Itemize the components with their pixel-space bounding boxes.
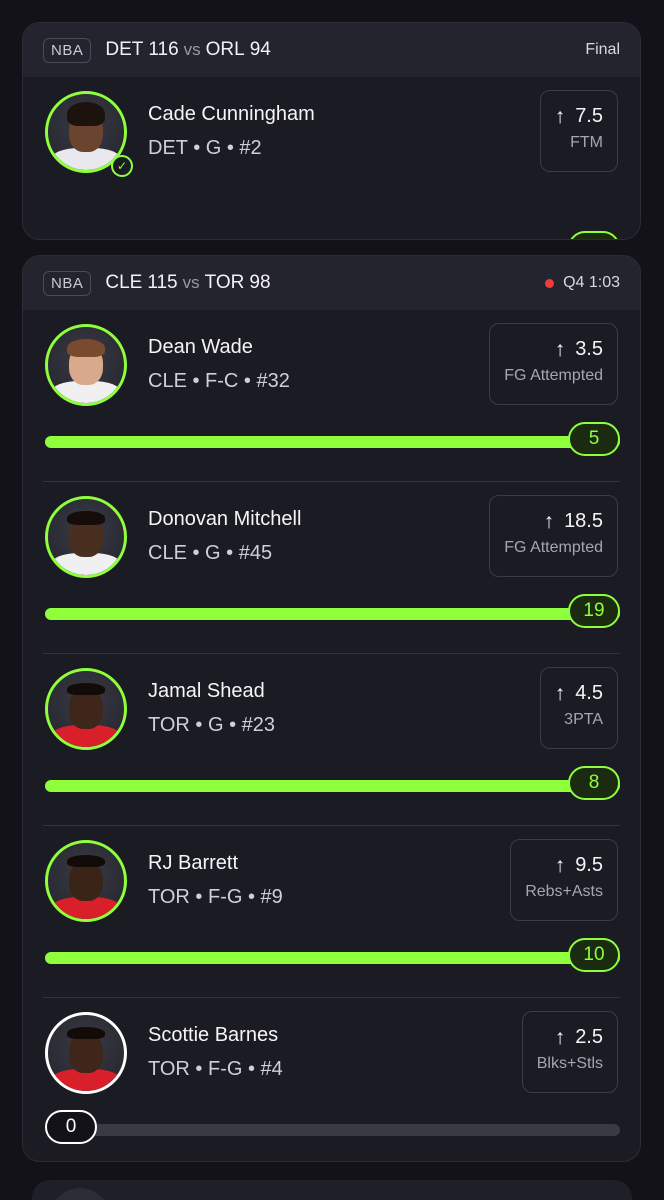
progress-count: 19 bbox=[568, 594, 620, 628]
progress-track bbox=[45, 780, 620, 792]
prop-line-box[interactable]: ↑ 9.5 Rebs+Asts bbox=[510, 839, 618, 921]
prop-line-value: 2.5 bbox=[575, 1026, 603, 1048]
game-status: Q4 1:03 bbox=[545, 274, 620, 292]
player-meta: TOR • F-G • #9 bbox=[148, 886, 283, 908]
matchup-score: CLE 115 vs TOR 98 bbox=[105, 272, 270, 294]
progress-count: 8 bbox=[568, 766, 620, 800]
game-card-det-orl[interactable]: NBA DET 116 vs ORL 94 Final ✓ Cade Cunni… bbox=[22, 22, 641, 240]
arrow-up-icon: ↑ bbox=[543, 510, 555, 533]
progress-track bbox=[45, 1124, 620, 1136]
progress-count: 0 bbox=[45, 1110, 97, 1144]
player-row[interactable]: Donovan Mitchell CLE • G • #45 ↑ 18.5 FG… bbox=[23, 482, 640, 654]
progress-fill bbox=[45, 952, 620, 964]
player-avatar bbox=[45, 496, 127, 578]
player-name: RJ Barrett bbox=[148, 852, 239, 874]
prop-stat-type: FTM bbox=[570, 134, 603, 151]
prop-line-box[interactable]: ↑ 3.5 FG Attempted bbox=[489, 323, 618, 405]
player-meta: CLE • G • #45 bbox=[148, 542, 273, 564]
arrow-up-icon: ↑ bbox=[554, 682, 566, 705]
player-row[interactable]: Dean Wade CLE • F-C • #32 ↑ 3.5 FG Attem… bbox=[23, 310, 640, 482]
player-row[interactable]: Jamal Shead TOR • G • #23 ↑ 4.5 3PTA 8 bbox=[23, 654, 640, 826]
arrow-up-icon: ↑ bbox=[554, 1026, 566, 1049]
progress-track bbox=[45, 436, 620, 448]
game-status-text: Q4 1:03 bbox=[563, 274, 620, 291]
player-avatar bbox=[45, 1012, 127, 1094]
player-row[interactable]: ✓ Cade Cunningham DET • G • #2 ↑ 7.5 FTM… bbox=[23, 77, 640, 239]
game-status: Final bbox=[585, 41, 620, 59]
next-game-avatar bbox=[50, 1188, 110, 1200]
prop-line-value: 3.5 bbox=[575, 338, 603, 360]
player-avatar bbox=[45, 324, 127, 406]
team1-abbr: DET bbox=[105, 39, 144, 60]
matchup-score: DET 116 vs ORL 94 bbox=[105, 39, 271, 61]
game-header: NBA CLE 115 vs TOR 98 Q4 1:03 bbox=[23, 256, 640, 310]
game-header: NBA DET 116 vs ORL 94 Final bbox=[23, 23, 640, 77]
prop-line-value: 9.5 bbox=[575, 854, 603, 876]
player-name: Cade Cunningham bbox=[148, 103, 315, 125]
progress-fill bbox=[45, 608, 620, 620]
player-meta: TOR • F-G • #4 bbox=[148, 1058, 283, 1080]
team2-score: 98 bbox=[249, 272, 271, 293]
prop-stat-type: 3PTA bbox=[564, 711, 603, 728]
team2-score: 94 bbox=[249, 39, 271, 60]
progress-count: 5 bbox=[568, 422, 620, 456]
prop-stat-type: FG Attempted bbox=[504, 367, 603, 384]
prop-line-box[interactable]: ↑ 2.5 Blks+Stls bbox=[521, 1011, 618, 1093]
vs-label: vs bbox=[182, 273, 200, 292]
vs-label: vs bbox=[183, 40, 201, 59]
player-meta: CLE • F-C • #32 bbox=[148, 370, 290, 392]
player-avatar bbox=[45, 840, 127, 922]
player-name: Dean Wade bbox=[148, 336, 253, 358]
game-card-cle-tor[interactable]: NBA CLE 115 vs TOR 98 Q4 1:03 Dean Wade … bbox=[22, 255, 641, 1162]
player-row[interactable]: RJ Barrett TOR • F-G • #9 ↑ 9.5 Rebs+Ast… bbox=[23, 826, 640, 998]
progress-track bbox=[45, 608, 620, 620]
player-avatar bbox=[45, 668, 127, 750]
checkmark-icon: ✓ bbox=[111, 155, 133, 177]
prop-stat-type: Rebs+Asts bbox=[525, 883, 603, 900]
player-meta: DET • G • #2 bbox=[148, 137, 262, 159]
live-dot-icon bbox=[545, 278, 555, 288]
prop-line-box[interactable]: ↑ 4.5 3PTA bbox=[539, 667, 618, 749]
prop-line-value: 18.5 bbox=[564, 510, 603, 532]
arrow-up-icon: ↑ bbox=[554, 854, 566, 877]
prop-line-box[interactable]: ↑ 7.5 FTM bbox=[539, 90, 618, 172]
prop-line-value: 7.5 bbox=[575, 105, 603, 127]
league-badge: NBA bbox=[43, 270, 92, 296]
progress-count: 8 bbox=[568, 231, 620, 239]
prop-line-value: 4.5 bbox=[575, 682, 603, 704]
prop-line-box[interactable]: ↑ 18.5 FG Attempted bbox=[489, 495, 618, 577]
progress-fill bbox=[45, 436, 620, 448]
league-badge: NBA bbox=[43, 37, 92, 63]
team1-score: 115 bbox=[147, 272, 178, 293]
prop-stat-type: Blks+Stls bbox=[536, 1055, 603, 1072]
prop-stat-type: FG Attempted bbox=[504, 539, 603, 556]
game-status-text: Final bbox=[585, 41, 620, 58]
next-game-card[interactable] bbox=[32, 1180, 632, 1200]
progress-track bbox=[45, 952, 620, 964]
team2-abbr: TOR bbox=[204, 272, 245, 293]
arrow-up-icon: ↑ bbox=[554, 105, 566, 128]
player-name: Scottie Barnes bbox=[148, 1024, 279, 1046]
player-name: Donovan Mitchell bbox=[148, 508, 302, 530]
team2-abbr: ORL bbox=[205, 39, 245, 60]
player-meta: TOR • G • #23 bbox=[148, 714, 276, 736]
player-name: Jamal Shead bbox=[148, 680, 265, 702]
arrow-up-icon: ↑ bbox=[554, 338, 566, 361]
progress-count: 10 bbox=[568, 938, 620, 972]
team1-score: 116 bbox=[148, 39, 179, 60]
player-row[interactable]: Scottie Barnes TOR • F-G • #4 ↑ 2.5 Blks… bbox=[23, 998, 640, 1161]
progress-fill bbox=[45, 780, 620, 792]
team1-abbr: CLE bbox=[105, 272, 143, 293]
